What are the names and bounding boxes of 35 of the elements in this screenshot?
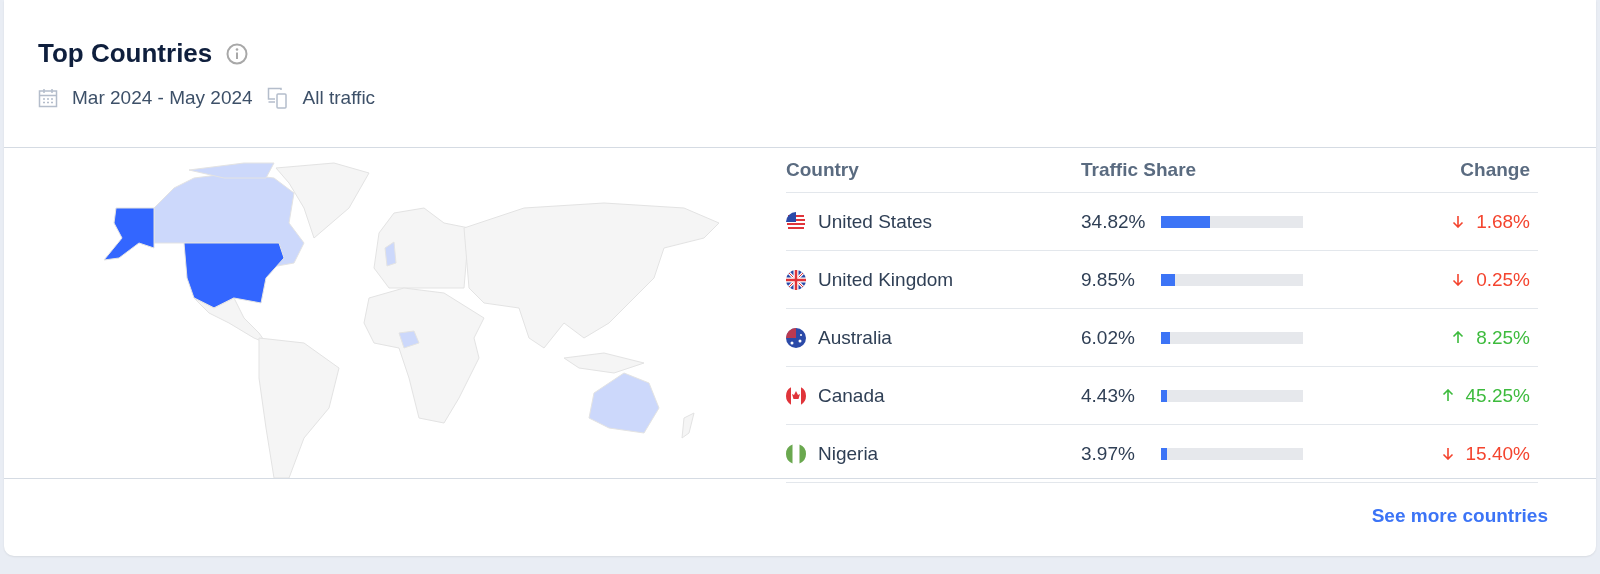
country-name: Canada (818, 384, 885, 407)
see-more-link[interactable]: See more countries (1371, 505, 1548, 527)
info-icon[interactable] (226, 42, 249, 65)
column-header: Country (786, 159, 860, 181)
traffic-share: 3.97% (1081, 442, 1136, 465)
country-name: United Kingdom (818, 268, 954, 291)
traffic-share: 34.82% (1081, 210, 1147, 233)
down-arrow-icon (1441, 447, 1454, 460)
traffic-share: 4.43% (1081, 384, 1136, 407)
calendar-icon (38, 88, 58, 108)
up-arrow-icon (1452, 331, 1465, 344)
column-header: Change (1459, 159, 1531, 181)
country-name: Australia (818, 326, 892, 349)
flag-icon (786, 269, 806, 290)
devices-icon (266, 87, 289, 109)
traffic-type: All traffic (302, 87, 376, 109)
traffic-share: 9.85% (1081, 268, 1136, 291)
change-value: 15.40% (1465, 442, 1530, 465)
country-name: United States (818, 210, 933, 233)
flag-icon (786, 327, 806, 348)
column-header: Traffic Share (1081, 159, 1198, 181)
change-value: 8.25% (1476, 326, 1530, 349)
up-arrow-icon (1441, 389, 1454, 402)
down-arrow-icon (1452, 273, 1465, 286)
flag-icon (786, 385, 806, 406)
flag-icon (786, 443, 806, 464)
flag-icon (786, 211, 806, 232)
date-range: Mar 2024 - May 2024 (72, 87, 253, 109)
down-arrow-icon (1452, 215, 1465, 228)
change-value: 45.25% (1465, 384, 1530, 407)
change-value: 0.25% (1476, 268, 1530, 291)
change-value: 1.68% (1476, 210, 1530, 233)
card-title: Top Countries (38, 38, 213, 69)
country-name: Nigeria (818, 442, 879, 465)
traffic-share: 6.02% (1081, 326, 1136, 349)
